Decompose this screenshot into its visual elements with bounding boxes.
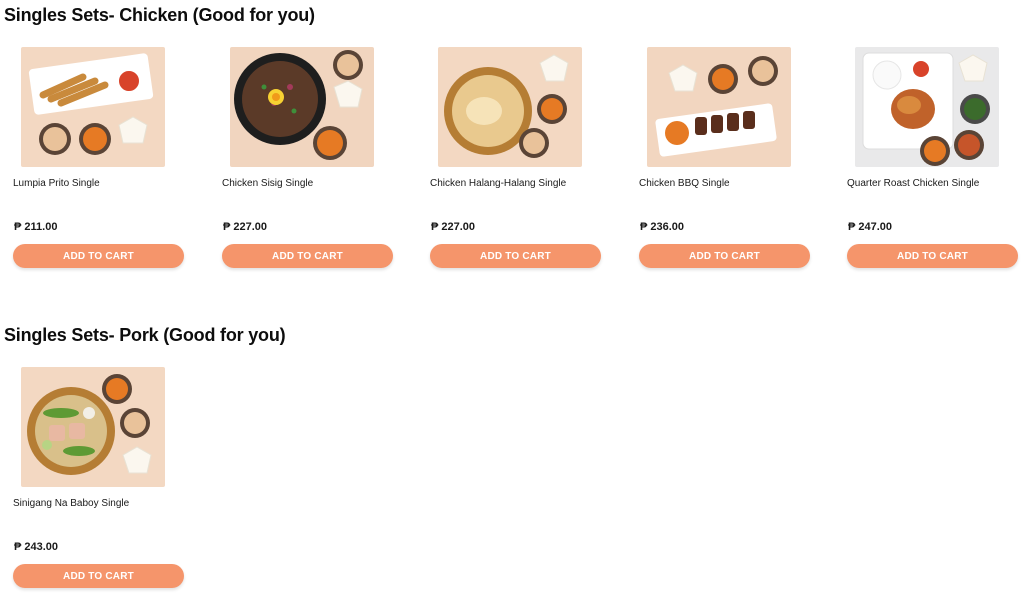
lumpia-prito-photo[interactable] xyxy=(21,47,165,167)
product-price: ₱ 236.00 xyxy=(640,221,685,233)
add-to-cart-button[interactable]: ADD TO CART xyxy=(13,244,184,268)
product-price: ₱ 211.00 xyxy=(14,221,58,233)
chicken-sisig-photo[interactable] xyxy=(230,47,374,167)
section-title-chicken: Singles Sets- Chicken (Good for you) xyxy=(4,5,315,25)
product-name: Lumpia Prito Single xyxy=(13,178,100,189)
add-to-cart-button[interactable]: ADD TO CART xyxy=(430,244,601,268)
add-to-cart-button[interactable]: ADD TO CART xyxy=(222,244,393,268)
product-name: Chicken BBQ Single xyxy=(639,178,730,189)
product-price: ₱ 243.00 xyxy=(14,541,59,553)
product-price: ₱ 247.00 xyxy=(848,221,893,233)
section-title-pork: Singles Sets- Pork (Good for you) xyxy=(4,325,286,345)
quarter-roast-chicken-photo[interactable] xyxy=(855,47,999,167)
add-to-cart-button[interactable]: ADD TO CART xyxy=(13,564,184,588)
sinigang-na-baboy-photo[interactable] xyxy=(21,367,165,487)
add-to-cart-button[interactable]: ADD TO CART xyxy=(639,244,810,268)
product-name: Quarter Roast Chicken Single xyxy=(847,178,980,189)
menu-page: Singles Sets- Chicken (Good for you) Lum… xyxy=(0,0,1024,600)
product-price: ₱ 227.00 xyxy=(431,221,476,233)
product-name: Chicken Sisig Single xyxy=(222,178,314,189)
chicken-bbq-photo[interactable] xyxy=(647,47,791,167)
product-name: Chicken Halang-Halang Single xyxy=(430,178,567,189)
chicken-halang-halang-photo[interactable] xyxy=(438,47,582,167)
product-name: Sinigang Na Baboy Single xyxy=(13,498,130,509)
add-to-cart-button[interactable]: ADD TO CART xyxy=(847,244,1018,268)
product-price: ₱ 227.00 xyxy=(223,221,268,233)
